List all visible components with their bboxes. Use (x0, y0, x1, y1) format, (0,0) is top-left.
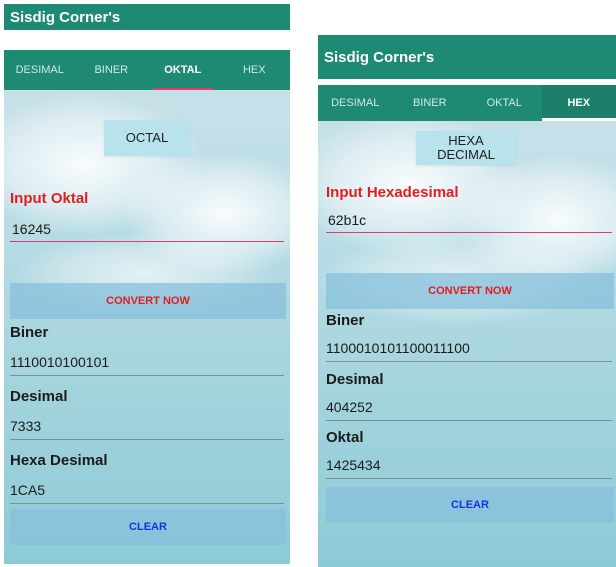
output-label-desimal: Desimal (326, 371, 384, 388)
mode-badge: OCTAL (104, 120, 190, 156)
mode-badge-line2: DECIMAL (437, 147, 495, 162)
tab-bar: DESIMAL BINER OKTAL HEX (4, 50, 290, 90)
tab-hex[interactable]: HEX (541, 85, 616, 121)
clear-button[interactable]: CLEAR (10, 509, 286, 545)
output-value-desimal: 404252 (326, 399, 612, 421)
right-phone-screen: Sisdig Corner's DESIMAL BINER OKTAL HEX … (318, 35, 616, 567)
tab-biner[interactable]: BINER (76, 50, 148, 90)
tab-desimal[interactable]: DESIMAL (318, 85, 393, 121)
output-value-biner: 1110010100101 (10, 354, 284, 376)
output-label-biner: Biner (326, 312, 365, 329)
input-label: Input Hexadesimal (326, 184, 459, 201)
output-value-oktal: 1425434 (326, 457, 612, 479)
output-label-biner: Biner (10, 324, 49, 341)
output-value-hexa-desimal: 1CA5 (10, 482, 284, 504)
octal-input[interactable] (10, 220, 284, 242)
mode-badge-line1: HEXA (448, 133, 484, 148)
tab-hex[interactable]: HEX (219, 50, 291, 90)
convert-button[interactable]: CONVERT NOW (326, 273, 614, 309)
input-label: Input Oktal (10, 190, 89, 207)
mode-badge: HEXA DECIMAL (416, 131, 516, 165)
tab-biner[interactable]: BINER (393, 85, 468, 121)
hex-input[interactable] (326, 211, 612, 233)
app-title: Sisdig Corner's (318, 35, 616, 79)
app-title: Sisdig Corner's (4, 4, 290, 30)
tab-oktal[interactable]: OKTAL (147, 50, 219, 90)
appbar-gap (4, 30, 290, 50)
tab-oktal[interactable]: OKTAL (467, 85, 542, 121)
output-label-hexa-desimal: Hexa Desimal (10, 452, 108, 469)
output-value-desimal: 7333 (10, 418, 284, 440)
output-label-desimal: Desimal (10, 388, 68, 405)
tab-bar: DESIMAL BINER OKTAL HEX (318, 85, 616, 121)
left-phone-screen: Sisdig Corner's DESIMAL BINER OKTAL HEX … (4, 4, 290, 564)
tab-desimal[interactable]: DESIMAL (4, 50, 76, 90)
convert-button[interactable]: CONVERT NOW (10, 283, 286, 319)
output-label-oktal: Oktal (326, 429, 364, 446)
clear-button[interactable]: CLEAR (326, 487, 614, 523)
output-value-biner: 1100010101100011100 (326, 340, 612, 362)
